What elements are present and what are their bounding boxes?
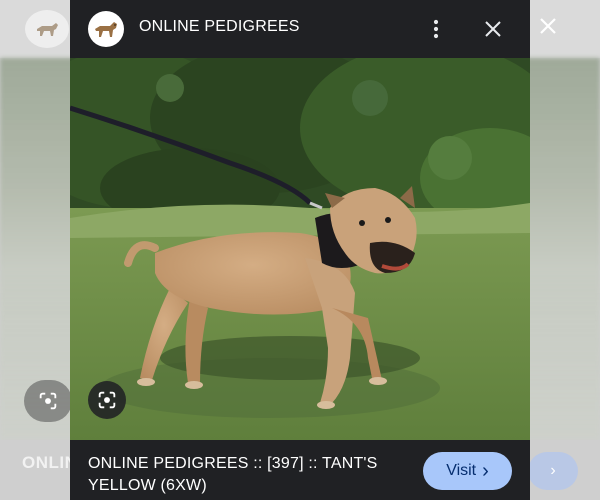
- close-button[interactable]: [478, 14, 508, 44]
- dog-photo: [70, 58, 530, 440]
- chevron-right-icon: ›: [482, 460, 489, 482]
- background-close-icon: [535, 14, 561, 40]
- more-options-button[interactable]: [424, 14, 448, 44]
- site-avatar[interactable]: [88, 11, 124, 47]
- close-icon: [485, 21, 501, 37]
- preview-footer: ONLINE PEDIGREES :: [397] :: TANT'S YELL…: [70, 440, 530, 500]
- background-lens-icon: [24, 380, 72, 422]
- background-visit-chevron: ›: [550, 462, 556, 479]
- lens-icon: [98, 391, 116, 409]
- image-preview-panel: ONLINE PEDIGREES ONLINE PEDIGREES:: [39…: [70, 0, 530, 500]
- site-name[interactable]: ONLINE PEDIGREES: [139, 18, 300, 36]
- lens-search-button[interactable]: [88, 381, 126, 419]
- preview-image[interactable]: [70, 58, 530, 440]
- background-visit-button: ›: [528, 452, 578, 490]
- preview-header: ONLINE PEDIGREES: [70, 0, 530, 58]
- visit-label: Visit: [446, 462, 477, 479]
- more-vert-icon: [433, 19, 439, 39]
- image-caption[interactable]: ONLINE PEDIGREES :: [397] :: TANT'S YELL…: [88, 453, 408, 497]
- background-site-logo-icon: [25, 10, 69, 48]
- dog-logo-icon: [95, 22, 117, 37]
- background-caption: ONLINE PEDIGREES: [22, 453, 70, 472]
- visit-button[interactable]: Visit ›: [423, 452, 512, 490]
